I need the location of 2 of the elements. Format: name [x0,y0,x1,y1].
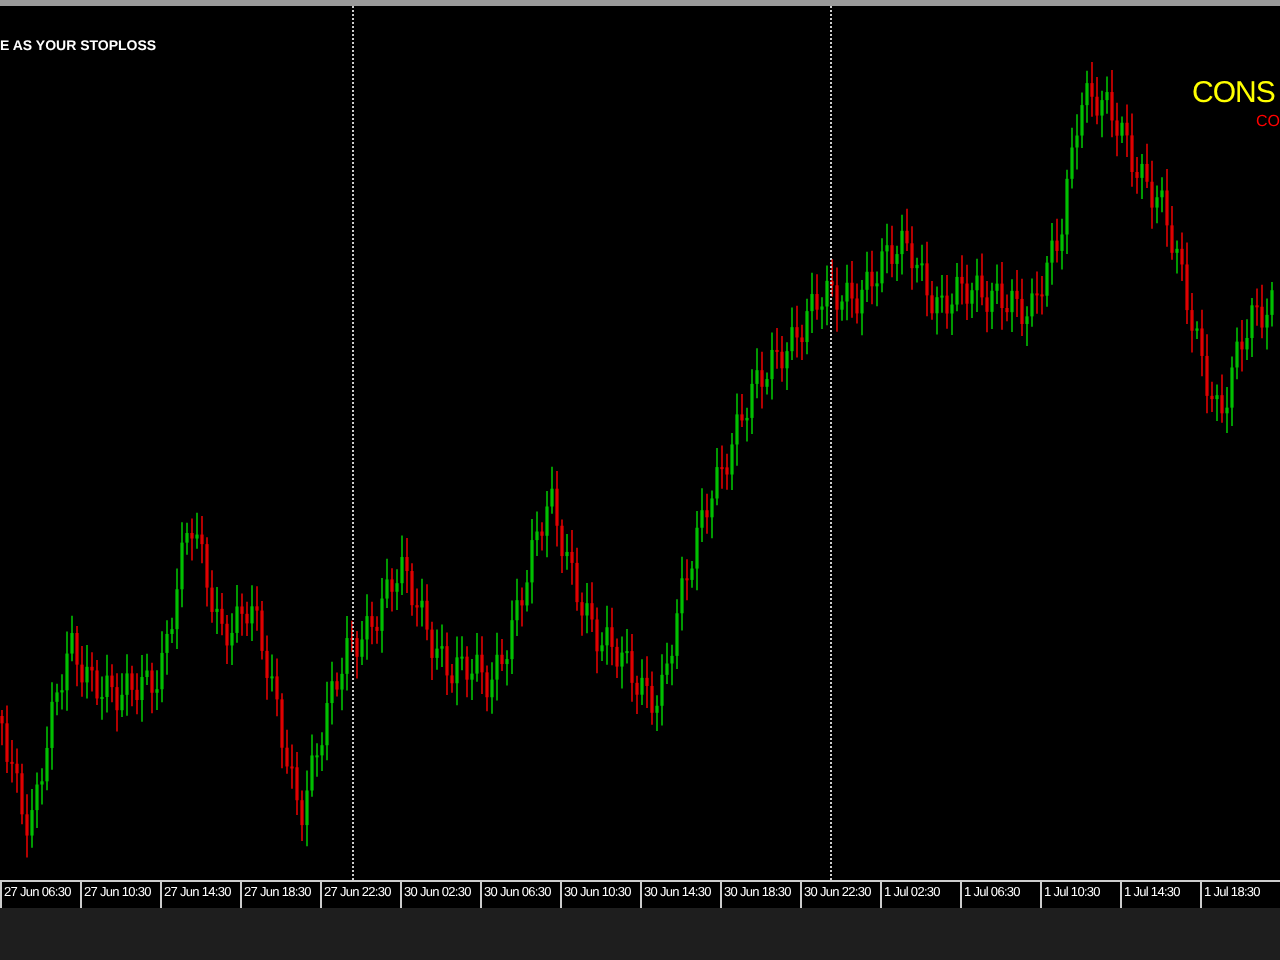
indicator-title: CONS [1192,78,1275,108]
indicator-subtitle: CO [1256,114,1280,130]
